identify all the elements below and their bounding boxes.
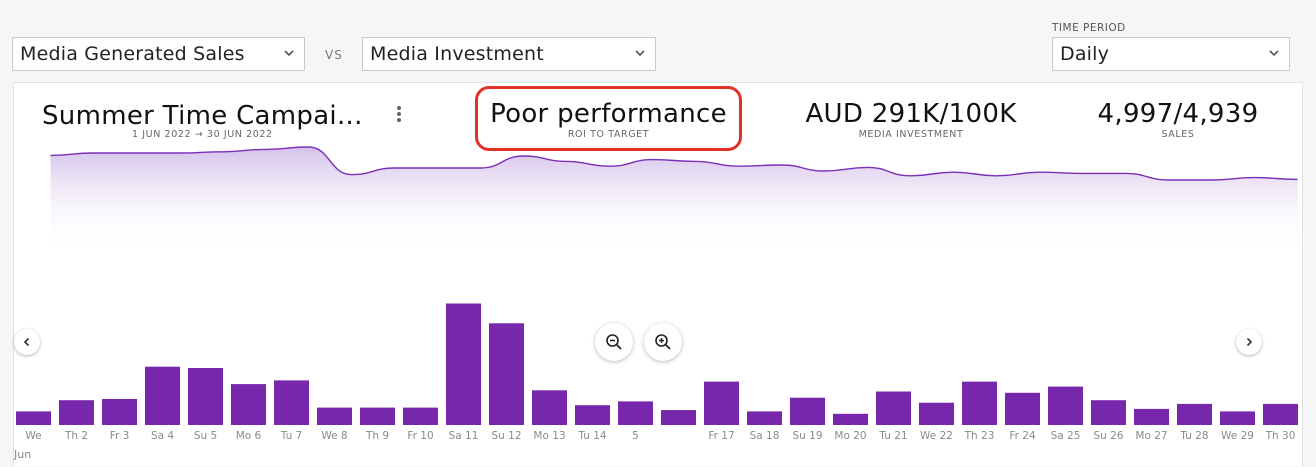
chevron-left-icon [23,337,30,347]
chart-bar[interactable] [575,405,610,425]
chevron-down-icon [1269,50,1279,57]
chart-bar[interactable] [446,303,481,426]
x-axis-tick-label: Fr 3 [110,430,130,442]
chart-bar[interactable] [790,397,825,425]
x-axis-tick-label: Su 19 [792,430,822,442]
chart-bar[interactable] [145,366,180,425]
x-axis-tick-label: Mo 27 [1135,430,1167,442]
chart-bar[interactable] [661,410,696,425]
x-axis-tick-label: Sa 18 [750,430,780,442]
metric-primary-select[interactable]: Media Generated Sales [12,37,305,71]
x-axis-tick-label: We [25,430,41,442]
chart-bar[interactable] [188,368,223,425]
chart-bar[interactable] [1263,403,1298,425]
chart-bar[interactable] [1220,411,1255,425]
zoom-in-button[interactable] [644,323,682,361]
zoom-in-icon [655,334,671,350]
x-axis-tick-label: Sa 25 [1051,430,1081,442]
time-period-select[interactable]: Daily [1052,37,1290,71]
chart-bar[interactable] [16,411,51,425]
area-fill [50,147,1298,251]
x-axis-tick-label: Th 9 [365,430,389,442]
time-period-label: TIME PERIOD [1052,22,1126,34]
x-axis-tick-label: Tu 28 [1179,430,1208,442]
x-axis-tick-label: Fr 10 [407,430,433,442]
x-axis-tick-label: Sa 4 [151,430,174,442]
chevron-down-icon [284,50,294,57]
chart-bar[interactable] [876,391,911,426]
metric-secondary-value: Media Investment [370,43,544,65]
x-axis-tick-label: Th 30 [1265,430,1296,442]
chart-bar[interactable] [532,390,567,425]
chart-bar[interactable] [59,400,94,425]
chart-bar[interactable] [919,402,954,425]
chart-bar[interactable] [962,381,997,425]
x-axis-tick-label: Mo 20 [834,430,866,442]
x-axis-tick-label: Fr 24 [1009,430,1036,442]
metric-secondary-select[interactable]: Media Investment [362,37,656,71]
x-axis-tick-label: We 22 [920,430,953,442]
x-axis-tick-label: Th 2 [64,430,88,442]
chart-bar[interactable] [704,381,739,425]
chart-bar[interactable] [618,401,653,425]
chart-bar[interactable] [1005,392,1040,425]
chart-bar[interactable] [360,407,395,425]
zoom-out-icon [606,334,622,350]
zoom-out-button[interactable] [595,323,633,361]
chart-bar[interactable] [1091,400,1126,425]
chart-bar[interactable] [1177,403,1212,425]
chart-bar[interactable] [833,413,868,425]
campaign-chart: We Th 2 Fr 3 Sa 4 Su 5 Mo 6 Tu 7 We 8 Th 9 Fr 10 S… [16,146,1298,442]
time-period-value: Daily [1060,43,1110,65]
chart-bar[interactable] [231,384,266,425]
scroll-next-button[interactable] [1236,329,1262,355]
chart-bar[interactable] [747,411,782,425]
x-axis-tick-label: 5 [632,430,639,442]
x-axis-month-label: Jun [14,448,32,461]
x-axis-tick-label: Mo 13 [533,430,565,442]
x-axis-tick-label: Mo 6 [236,430,262,442]
x-axis-tick-label: Tu 14 [577,430,606,442]
x-axis-tick-label: We 29 [1221,430,1254,442]
chevron-down-icon [635,50,645,57]
chart-bar[interactable] [274,380,309,425]
chart-bar[interactable] [1134,408,1169,425]
chart-bar[interactable] [102,399,137,425]
chart-bar[interactable] [1048,386,1083,425]
x-axis-tick-label: Su 26 [1093,430,1123,442]
x-axis-tick-label: Su 5 [194,430,217,442]
x-axis-tick-label: We 8 [321,430,347,442]
x-axis-tick-label: Su 12 [491,430,521,442]
x-axis-tick-label: Tu 7 [280,430,303,442]
x-axis-tick-label: Tu 21 [878,430,907,442]
metric-primary-value: Media Generated Sales [20,43,245,65]
scroll-prev-button[interactable] [14,329,40,355]
campaign-card: Summer Time Campai... 1 JUN 2022 → 30 JU… [13,82,1303,466]
x-axis-tick-label: Sa 11 [449,430,479,442]
x-axis-tick-label: Th 23 [964,430,995,442]
chart-bar[interactable] [489,323,524,425]
chevron-right-icon [1246,337,1253,347]
chart-bar[interactable] [317,407,352,425]
chart-bar[interactable] [403,407,438,425]
vs-label: VS [325,48,343,62]
x-axis-tick-label: Fr 17 [708,430,734,442]
